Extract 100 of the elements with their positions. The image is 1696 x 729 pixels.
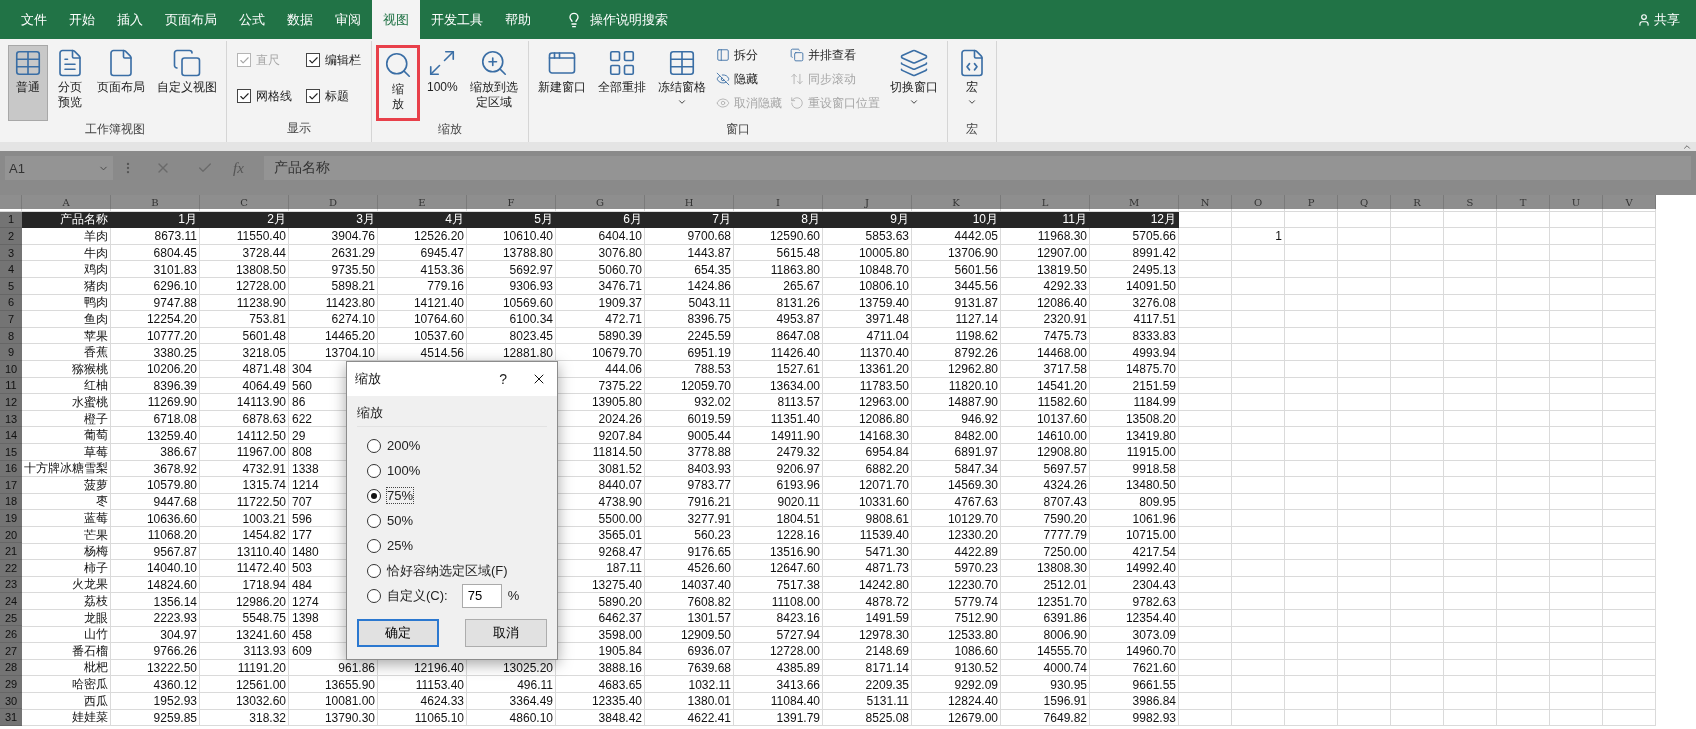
column-header[interactable]: F xyxy=(467,195,556,209)
share-button[interactable]: 共享 xyxy=(1631,9,1686,30)
radio-button[interactable] xyxy=(367,588,381,603)
menu-tab[interactable]: 帮助 xyxy=(494,0,542,39)
table-cell-text: 5779.74 xyxy=(953,593,999,610)
menu-tab[interactable]: 公式 xyxy=(228,0,276,39)
radio-button[interactable] xyxy=(367,488,381,503)
dialog-button[interactable]: 确定 xyxy=(357,619,439,647)
column-title: 1月 xyxy=(111,211,200,229)
table-cell-text: 番石榴 xyxy=(71,643,109,660)
column-header[interactable]: N xyxy=(1179,195,1232,209)
table-cell-text: 山竹 xyxy=(83,626,109,644)
column-header[interactable]: I xyxy=(734,195,823,209)
ribbon-button[interactable]: 全部重排 xyxy=(592,45,651,121)
table-cell-text: 11370.40 xyxy=(858,344,910,361)
column-header[interactable]: J xyxy=(823,195,912,209)
column-header[interactable]: R xyxy=(1391,195,1444,209)
column-title: 5月 xyxy=(467,211,556,229)
table-cell-text: 娃娃菜 xyxy=(71,709,109,726)
table-cell-text: 9207.84 xyxy=(597,427,643,444)
table-cell-text: 草莓 xyxy=(83,443,109,461)
table-cell-text: 3445.56 xyxy=(953,278,999,295)
menu-tab[interactable]: 开发工具 xyxy=(420,0,494,39)
column-header[interactable]: A xyxy=(22,195,111,209)
radio-button[interactable] xyxy=(367,563,381,578)
checkbox[interactable] xyxy=(306,53,320,67)
table-cell-text: 8023.45 xyxy=(508,328,554,345)
row-number: 14 xyxy=(0,427,22,444)
option-label: 200% xyxy=(387,438,421,453)
column-header[interactable]: E xyxy=(378,195,467,209)
checkbox[interactable] xyxy=(306,89,320,103)
ribbon-button[interactable]: 自定义视图 xyxy=(152,45,222,121)
checkbox[interactable] xyxy=(237,89,251,103)
table-cell-text: 1198.62 xyxy=(954,328,999,345)
column-header[interactable]: T xyxy=(1497,195,1550,209)
column-header[interactable]: C xyxy=(200,195,289,209)
table-cell-text: 8647.08 xyxy=(775,328,821,345)
menu-tab[interactable]: 文件 xyxy=(10,0,58,39)
zoom-value-field[interactable]: 75 xyxy=(461,583,502,608)
table-cell-text: 4324.26 xyxy=(1042,477,1088,494)
table-cell-text: 11269.90 xyxy=(146,394,198,411)
ribbon-button[interactable]: 100% xyxy=(422,45,463,121)
ribbon-button[interactable]: 新建窗口 xyxy=(532,45,591,121)
column-header[interactable]: H xyxy=(645,195,734,209)
table-cell-text: 4117.51 xyxy=(1132,311,1177,328)
dialog-button[interactable]: 取消 xyxy=(465,619,547,647)
column-header[interactable]: O xyxy=(1232,195,1285,209)
table-cell-text: 4514.56 xyxy=(419,344,465,361)
radio-button[interactable] xyxy=(367,463,381,478)
name-box[interactable]: A1 xyxy=(5,156,113,180)
ribbon-button[interactable]: 缩放到选定区域 xyxy=(464,45,524,121)
table-cell-text: 7475.73 xyxy=(1042,328,1088,345)
table-cell-text: 13480.50 xyxy=(1124,477,1177,494)
help-button[interactable]: ? xyxy=(499,371,507,387)
ribbon-button[interactable]: 宏 xyxy=(951,45,992,121)
table-cell-text: 654.35 xyxy=(693,261,732,278)
ribbon-button[interactable]: 并排查看 xyxy=(786,45,883,65)
menu-tab[interactable]: 插入 xyxy=(106,0,154,39)
table-cell-text: 5601.48 xyxy=(241,328,287,345)
table-cell-text: 14541.20 xyxy=(1035,377,1088,395)
table-cell: 86 xyxy=(292,395,306,410)
unit-label: % xyxy=(507,588,520,603)
table-cell-text: 9020.11 xyxy=(776,494,821,511)
column-header[interactable]: S xyxy=(1444,195,1497,209)
menu-tab[interactable]: 数据 xyxy=(276,0,324,39)
column-header[interactable]: L xyxy=(1001,195,1090,209)
table-cell-text: 14242.80 xyxy=(857,576,910,594)
column-header[interactable]: U xyxy=(1550,195,1603,209)
formula-field[interactable]: 产品名称 xyxy=(263,156,1691,180)
menu-tab[interactable]: 审阅 xyxy=(324,0,372,39)
menu-tab[interactable]: 开始 xyxy=(58,0,106,39)
column-header[interactable]: P xyxy=(1285,195,1338,209)
ribbon-button[interactable]: 隐藏 xyxy=(712,69,785,89)
ribbon-button[interactable]: 分页预览 xyxy=(50,45,90,121)
search-button[interactable]: 操作说明搜索 xyxy=(560,9,674,30)
table-cell-text: 1228.16 xyxy=(775,527,821,544)
column-header[interactable]: M xyxy=(1090,195,1179,209)
ribbon-button[interactable]: 页面布局 xyxy=(92,45,150,121)
column-header[interactable]: D xyxy=(289,195,378,209)
radio-button[interactable] xyxy=(367,513,381,528)
ribbon-button[interactable]: 拆分 xyxy=(712,45,785,65)
ribbon-button[interactable]: 冻结窗格 xyxy=(652,45,711,121)
radio-button[interactable] xyxy=(367,538,381,553)
column-header[interactable]: B xyxy=(111,195,200,209)
table-cell-text: 杨梅 xyxy=(83,543,109,561)
column-header[interactable]: G xyxy=(556,195,645,209)
menu-tab[interactable]: 视图 xyxy=(372,0,420,39)
menu-tab[interactable]: 页面布局 xyxy=(154,0,228,39)
table-cell-text: 11783.50 xyxy=(858,377,910,395)
table-cell-text: 1596.91 xyxy=(1042,693,1088,710)
table-cell-text: 11539.40 xyxy=(858,527,910,544)
radio-button[interactable] xyxy=(367,438,381,453)
column-header[interactable]: K xyxy=(912,195,1001,209)
column-header[interactable]: Q xyxy=(1338,195,1391,209)
table-cell-text: 14610.00 xyxy=(1035,427,1088,444)
table-cell-text: 14040.10 xyxy=(145,560,198,577)
ribbon-button[interactable]: 缩放 xyxy=(376,45,420,121)
column-header[interactable]: V xyxy=(1603,195,1656,209)
ribbon-button[interactable]: 切换窗口 xyxy=(884,45,943,121)
ribbon-button[interactable]: 普通 xyxy=(8,45,48,121)
